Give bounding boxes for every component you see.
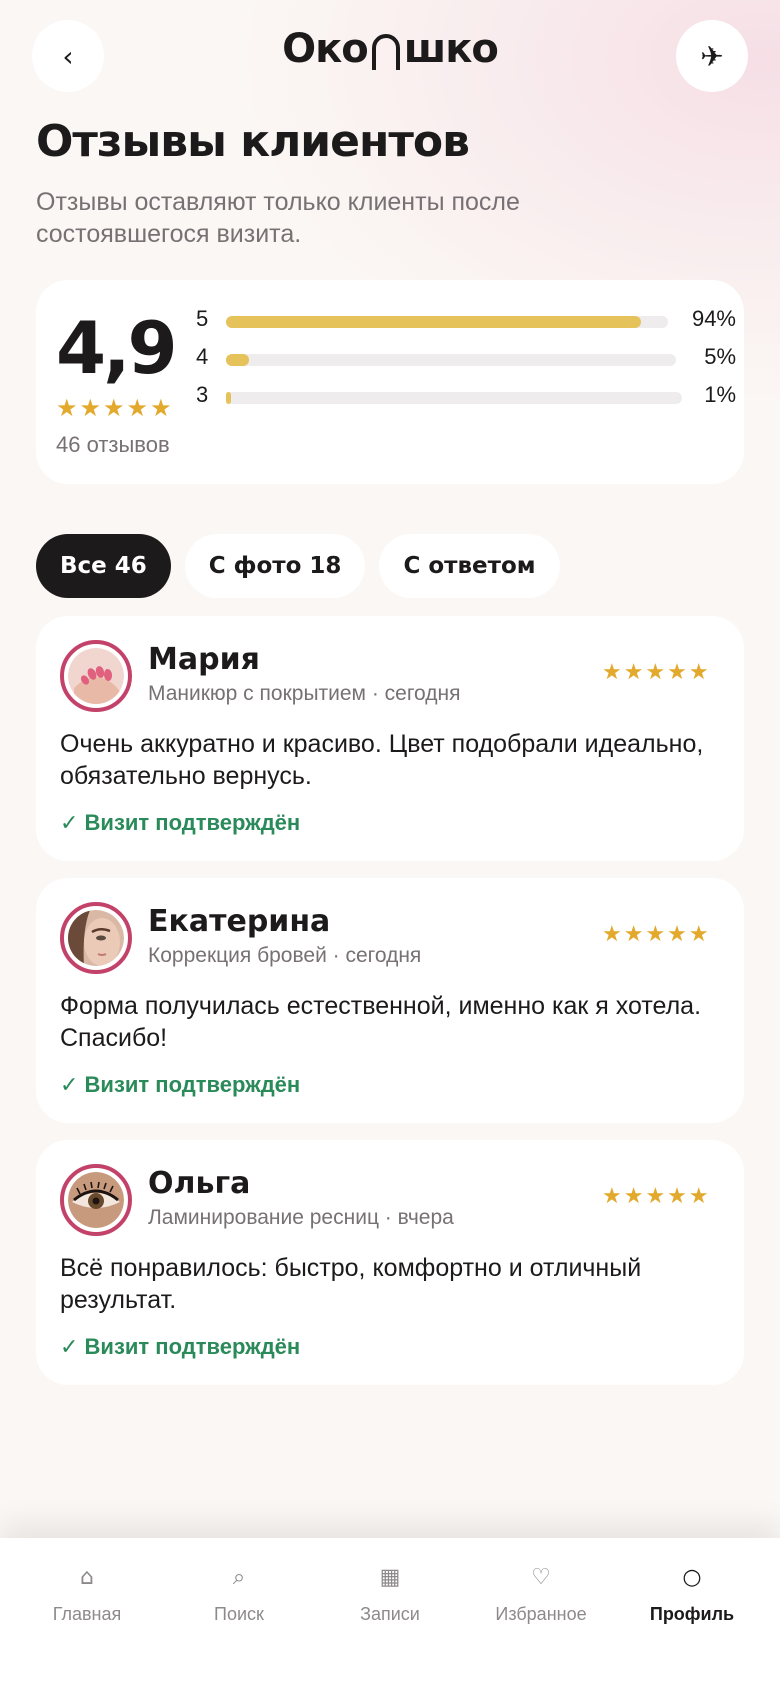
nav-label: Избранное bbox=[495, 1604, 587, 1624]
review-text: Всё понравилось: быстро, комфортно и отл… bbox=[60, 1254, 642, 1314]
page-title: Отзывы клиентов bbox=[36, 116, 470, 167]
nav-label: Поиск bbox=[214, 1604, 264, 1624]
nav-item-home[interactable]: ⌂ Главная bbox=[9, 1562, 165, 1625]
heart-icon: ♡ bbox=[531, 1565, 551, 1590]
review-meta: Маникюр с покрытием · сегодня bbox=[148, 682, 461, 705]
review-stars: ★★★★★ bbox=[602, 660, 711, 685]
review-meta: Коррекция бровей · сегодня bbox=[148, 944, 422, 967]
calendar-icon: ▦ bbox=[379, 1565, 401, 1590]
reviewer-name: Мария bbox=[148, 642, 260, 677]
rating-summary-card: 4,9 ★★★★★ 46 отзывов 5 94% 4 5% 3 1% bbox=[36, 280, 744, 484]
home-icon: ⌂ bbox=[80, 1565, 94, 1590]
rating-bar-fill bbox=[226, 392, 231, 404]
review-meta: Ламинирование ресниц · вчера bbox=[148, 1206, 454, 1229]
nav-item-favorites[interactable]: ♡ Избранное bbox=[463, 1562, 619, 1625]
brow-photo-icon bbox=[68, 910, 124, 966]
logo-text-right: шко bbox=[403, 26, 499, 72]
nav-label: Записи bbox=[360, 1604, 420, 1624]
nav-label: Главная bbox=[52, 1604, 122, 1624]
tab-all[interactable]: Все 46 bbox=[36, 534, 171, 598]
rating-bar-stars: 3 bbox=[196, 382, 209, 407]
nav-item-profile[interactable]: ○ Профиль bbox=[614, 1562, 770, 1625]
review-stars: ★★★★★ bbox=[602, 922, 711, 947]
avatar bbox=[60, 1164, 132, 1236]
tab-with-photo[interactable]: С фото 18 bbox=[184, 534, 366, 598]
verified-badge: ✓ Визит подтверждён bbox=[60, 1072, 301, 1097]
rating-bar-percent: 5% bbox=[704, 344, 736, 369]
nav-label: Профиль bbox=[649, 1604, 735, 1624]
rating-bar-row: 4 5% bbox=[196, 344, 736, 374]
paper-plane-icon: ✈ bbox=[700, 39, 724, 73]
review-card[interactable]: Екатерина Коррекция бровей · сегодня ★★★… bbox=[36, 878, 744, 1123]
rating-bar-percent: 1% bbox=[704, 382, 736, 407]
rating-bar-stars: 5 bbox=[196, 306, 209, 331]
review-card[interactable]: Ольга Ламинирование ресниц · вчера ★★★★★… bbox=[36, 1140, 744, 1385]
lash-photo-icon bbox=[68, 1172, 124, 1228]
filter-tabs: Все 46 С фото 18 С ответом bbox=[36, 534, 560, 598]
header: ‹ Око шко ✈ bbox=[0, 0, 780, 120]
profile-icon: ○ bbox=[682, 1565, 702, 1590]
rating-bar-track bbox=[226, 354, 676, 366]
bottom-navigation: ⌂ Главная ⌕ Поиск ▦ Записи ♡ Избранное ○… bbox=[0, 1538, 780, 1688]
verified-badge: ✓ Визит подтверждён bbox=[60, 810, 301, 835]
nav-item-bookings[interactable]: ▦ Записи bbox=[312, 1562, 468, 1625]
page-subtitle: Отзывы оставляют только клиенты после со… bbox=[36, 188, 520, 248]
logo-arch-icon bbox=[371, 34, 400, 70]
logo-text-left: Око bbox=[282, 26, 369, 72]
reviewer-name: Ольга bbox=[148, 1166, 251, 1201]
review-card[interactable]: Мария Маникюр с покрытием · сегодня ★★★★… bbox=[36, 616, 744, 861]
rating-bar-fill bbox=[226, 354, 249, 366]
rating-stars: ★★★★★ bbox=[56, 394, 174, 422]
rating-bar-row: 5 94% bbox=[196, 306, 736, 336]
review-stars: ★★★★★ bbox=[602, 1184, 711, 1209]
app-logo: Око шко bbox=[0, 26, 780, 72]
verified-badge: ✓ Визит подтверждён bbox=[60, 1334, 301, 1359]
rating-bar-stars: 4 bbox=[196, 344, 209, 369]
rating-bar-row: 3 1% bbox=[196, 382, 736, 412]
review-text: Очень аккуратно и красиво. Цвет подобрал… bbox=[60, 730, 704, 790]
avatar bbox=[60, 640, 132, 712]
nav-item-search[interactable]: ⌕ Поиск bbox=[161, 1562, 317, 1625]
reviewer-name: Екатерина bbox=[148, 904, 331, 939]
avatar bbox=[60, 902, 132, 974]
average-rating: 4,9 bbox=[56, 306, 178, 390]
rating-bar-percent: 94% bbox=[691, 306, 736, 331]
rating-bar-track bbox=[226, 392, 682, 404]
rating-bar-fill bbox=[226, 316, 642, 328]
tab-with-reply[interactable]: С ответом bbox=[379, 534, 560, 598]
rating-bar-track bbox=[226, 316, 668, 328]
search-icon: ⌕ bbox=[232, 1565, 246, 1590]
review-text: Форма получилась естественной, именно ка… bbox=[60, 992, 702, 1052]
share-button[interactable]: ✈ bbox=[676, 20, 748, 92]
manicure-photo-icon bbox=[68, 648, 124, 704]
review-count: 46 отзывов bbox=[56, 432, 170, 457]
